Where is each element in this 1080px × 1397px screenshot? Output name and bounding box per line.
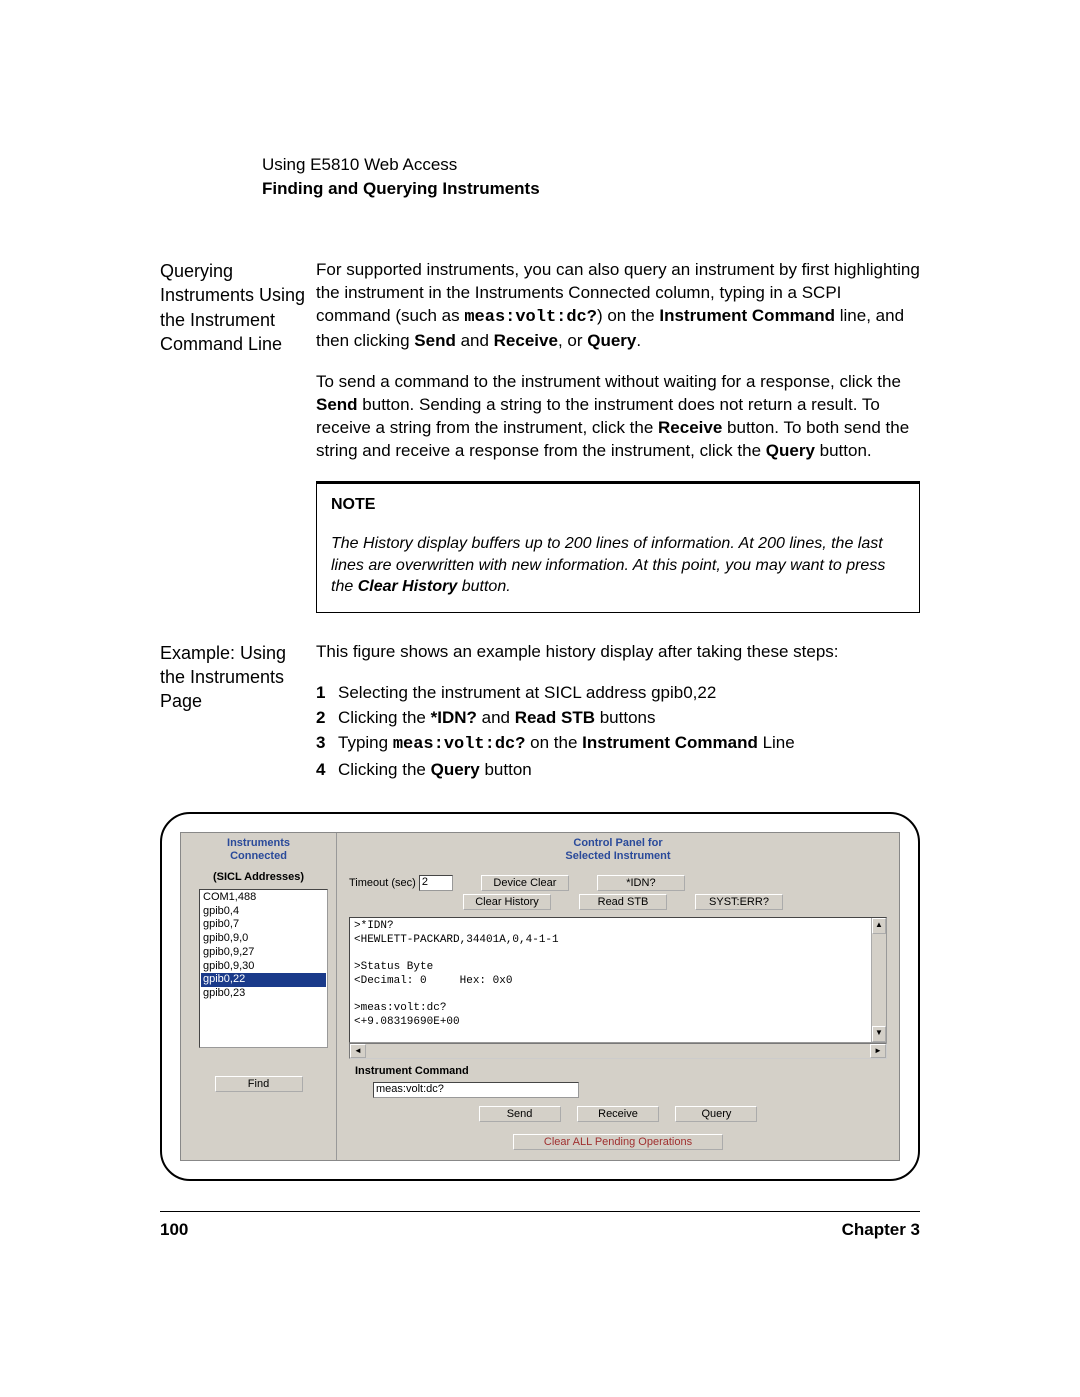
body-example: This figure shows an example history dis… xyxy=(316,641,920,784)
instrument-panel: InstrumentsConnected (SICL Addresses) CO… xyxy=(180,832,900,1161)
address-listbox[interactable]: COM1,488gpib0,4gpib0,7gpib0,9,0gpib0,9,2… xyxy=(199,889,328,1048)
left-title: InstrumentsConnected xyxy=(181,833,336,867)
vertical-scrollbar[interactable]: ▲ ▼ xyxy=(871,918,886,1042)
sicl-addresses-label: (SICL Addresses) xyxy=(181,867,336,887)
horizontal-scrollbar[interactable]: ◄ ► xyxy=(349,1043,887,1059)
address-item[interactable]: gpib0,22 xyxy=(201,973,326,987)
note-label: NOTE xyxy=(331,494,905,516)
side-heading-example: Example: Using the Instruments Page xyxy=(160,641,316,784)
example-intro: This figure shows an example history dis… xyxy=(316,641,920,664)
note-body: The History display buffers up to 200 li… xyxy=(331,533,905,598)
footer-rule xyxy=(160,1211,920,1212)
scroll-left-icon[interactable]: ◄ xyxy=(350,1044,366,1058)
para1: For supported instruments, you can also … xyxy=(316,259,920,353)
right-title: Control Panel forSelected Instrument xyxy=(337,833,899,867)
address-item[interactable]: gpib0,7 xyxy=(201,918,326,932)
address-item[interactable]: gpib0,9,27 xyxy=(201,946,326,960)
syst-err-button[interactable]: SYST:ERR? xyxy=(695,894,783,910)
instrument-command-input[interactable]: meas:volt:dc? xyxy=(373,1082,579,1098)
send-button[interactable]: Send xyxy=(479,1106,561,1122)
history-textarea[interactable]: >*IDN? <HEWLETT-PACKARD,34401A,0,4-1-1 >… xyxy=(349,917,887,1043)
read-stb-button[interactable]: Read STB xyxy=(579,894,667,910)
idn-button[interactable]: *IDN? xyxy=(597,875,685,891)
control-row-1: Timeout (sec) 2 Device Clear *IDN? xyxy=(337,867,899,894)
instrument-command-label: Instrument Command xyxy=(349,1063,887,1079)
instrument-command-section: Instrument Command meas:volt:dc? Send Re… xyxy=(349,1063,887,1126)
address-item[interactable]: gpib0,4 xyxy=(201,905,326,919)
note-box: NOTE The History display buffers up to 2… xyxy=(316,481,920,613)
address-item[interactable]: COM1,488 xyxy=(201,891,326,905)
scroll-right-icon[interactable]: ► xyxy=(870,1044,886,1058)
side-heading-querying: Querying Instruments Using the Instrumen… xyxy=(160,259,316,613)
command-buttons-row: Send Receive Query xyxy=(349,1102,887,1126)
footer: 100 Chapter 3 xyxy=(160,1220,920,1240)
scroll-up-icon[interactable]: ▲ xyxy=(872,918,886,934)
para2: To send a command to the instrument with… xyxy=(316,371,920,463)
header-title: Finding and Querying Instruments xyxy=(262,179,920,199)
address-item[interactable]: gpib0,9,30 xyxy=(201,960,326,974)
step-2: 2Clicking the *IDN? and Read STB buttons xyxy=(316,707,920,730)
address-item[interactable]: gpib0,9,0 xyxy=(201,932,326,946)
step-1: 1Selecting the instrument at SICL addres… xyxy=(316,682,920,705)
page-number: 100 xyxy=(160,1220,188,1240)
scroll-down-icon[interactable]: ▼ xyxy=(872,1026,886,1042)
step-4: 4Clicking the Query button xyxy=(316,759,920,782)
find-button[interactable]: Find xyxy=(215,1076,303,1092)
history-area: >*IDN? <HEWLETT-PACKARD,34401A,0,4-1-1 >… xyxy=(349,917,887,1059)
control-panel-column: Control Panel forSelected Instrument Tim… xyxy=(337,833,899,1160)
body-querying: For supported instruments, you can also … xyxy=(316,259,920,613)
timeout-label: Timeout (sec) xyxy=(349,877,416,889)
document-page: Using E5810 Web Access Finding and Query… xyxy=(0,0,1080,1397)
section-querying: Querying Instruments Using the Instrumen… xyxy=(160,259,920,613)
steps-list: 1Selecting the instrument at SICL addres… xyxy=(316,682,920,782)
receive-button[interactable]: Receive xyxy=(577,1106,659,1122)
header-top-line: Using E5810 Web Access xyxy=(262,155,920,175)
query-button[interactable]: Query xyxy=(675,1106,757,1122)
page-header: Using E5810 Web Access Finding and Query… xyxy=(262,155,920,199)
chapter-label: Chapter 3 xyxy=(842,1220,920,1240)
section-example: Example: Using the Instruments Page This… xyxy=(160,641,920,784)
instruments-connected-column: InstrumentsConnected (SICL Addresses) CO… xyxy=(181,833,337,1160)
timeout-input[interactable]: 2 xyxy=(419,875,453,891)
clear-all-pending-button[interactable]: Clear ALL Pending Operations xyxy=(513,1134,723,1150)
step-3: 3Typing meas:volt:dc? on the Instrument … xyxy=(316,732,920,757)
clear-history-button[interactable]: Clear History xyxy=(463,894,551,910)
control-row-2: Clear History Read STB SYST:ERR? xyxy=(337,894,899,913)
instrument-panel-frame: InstrumentsConnected (SICL Addresses) CO… xyxy=(160,812,920,1181)
address-item[interactable]: gpib0,23 xyxy=(201,987,326,1001)
device-clear-button[interactable]: Device Clear xyxy=(481,875,569,891)
